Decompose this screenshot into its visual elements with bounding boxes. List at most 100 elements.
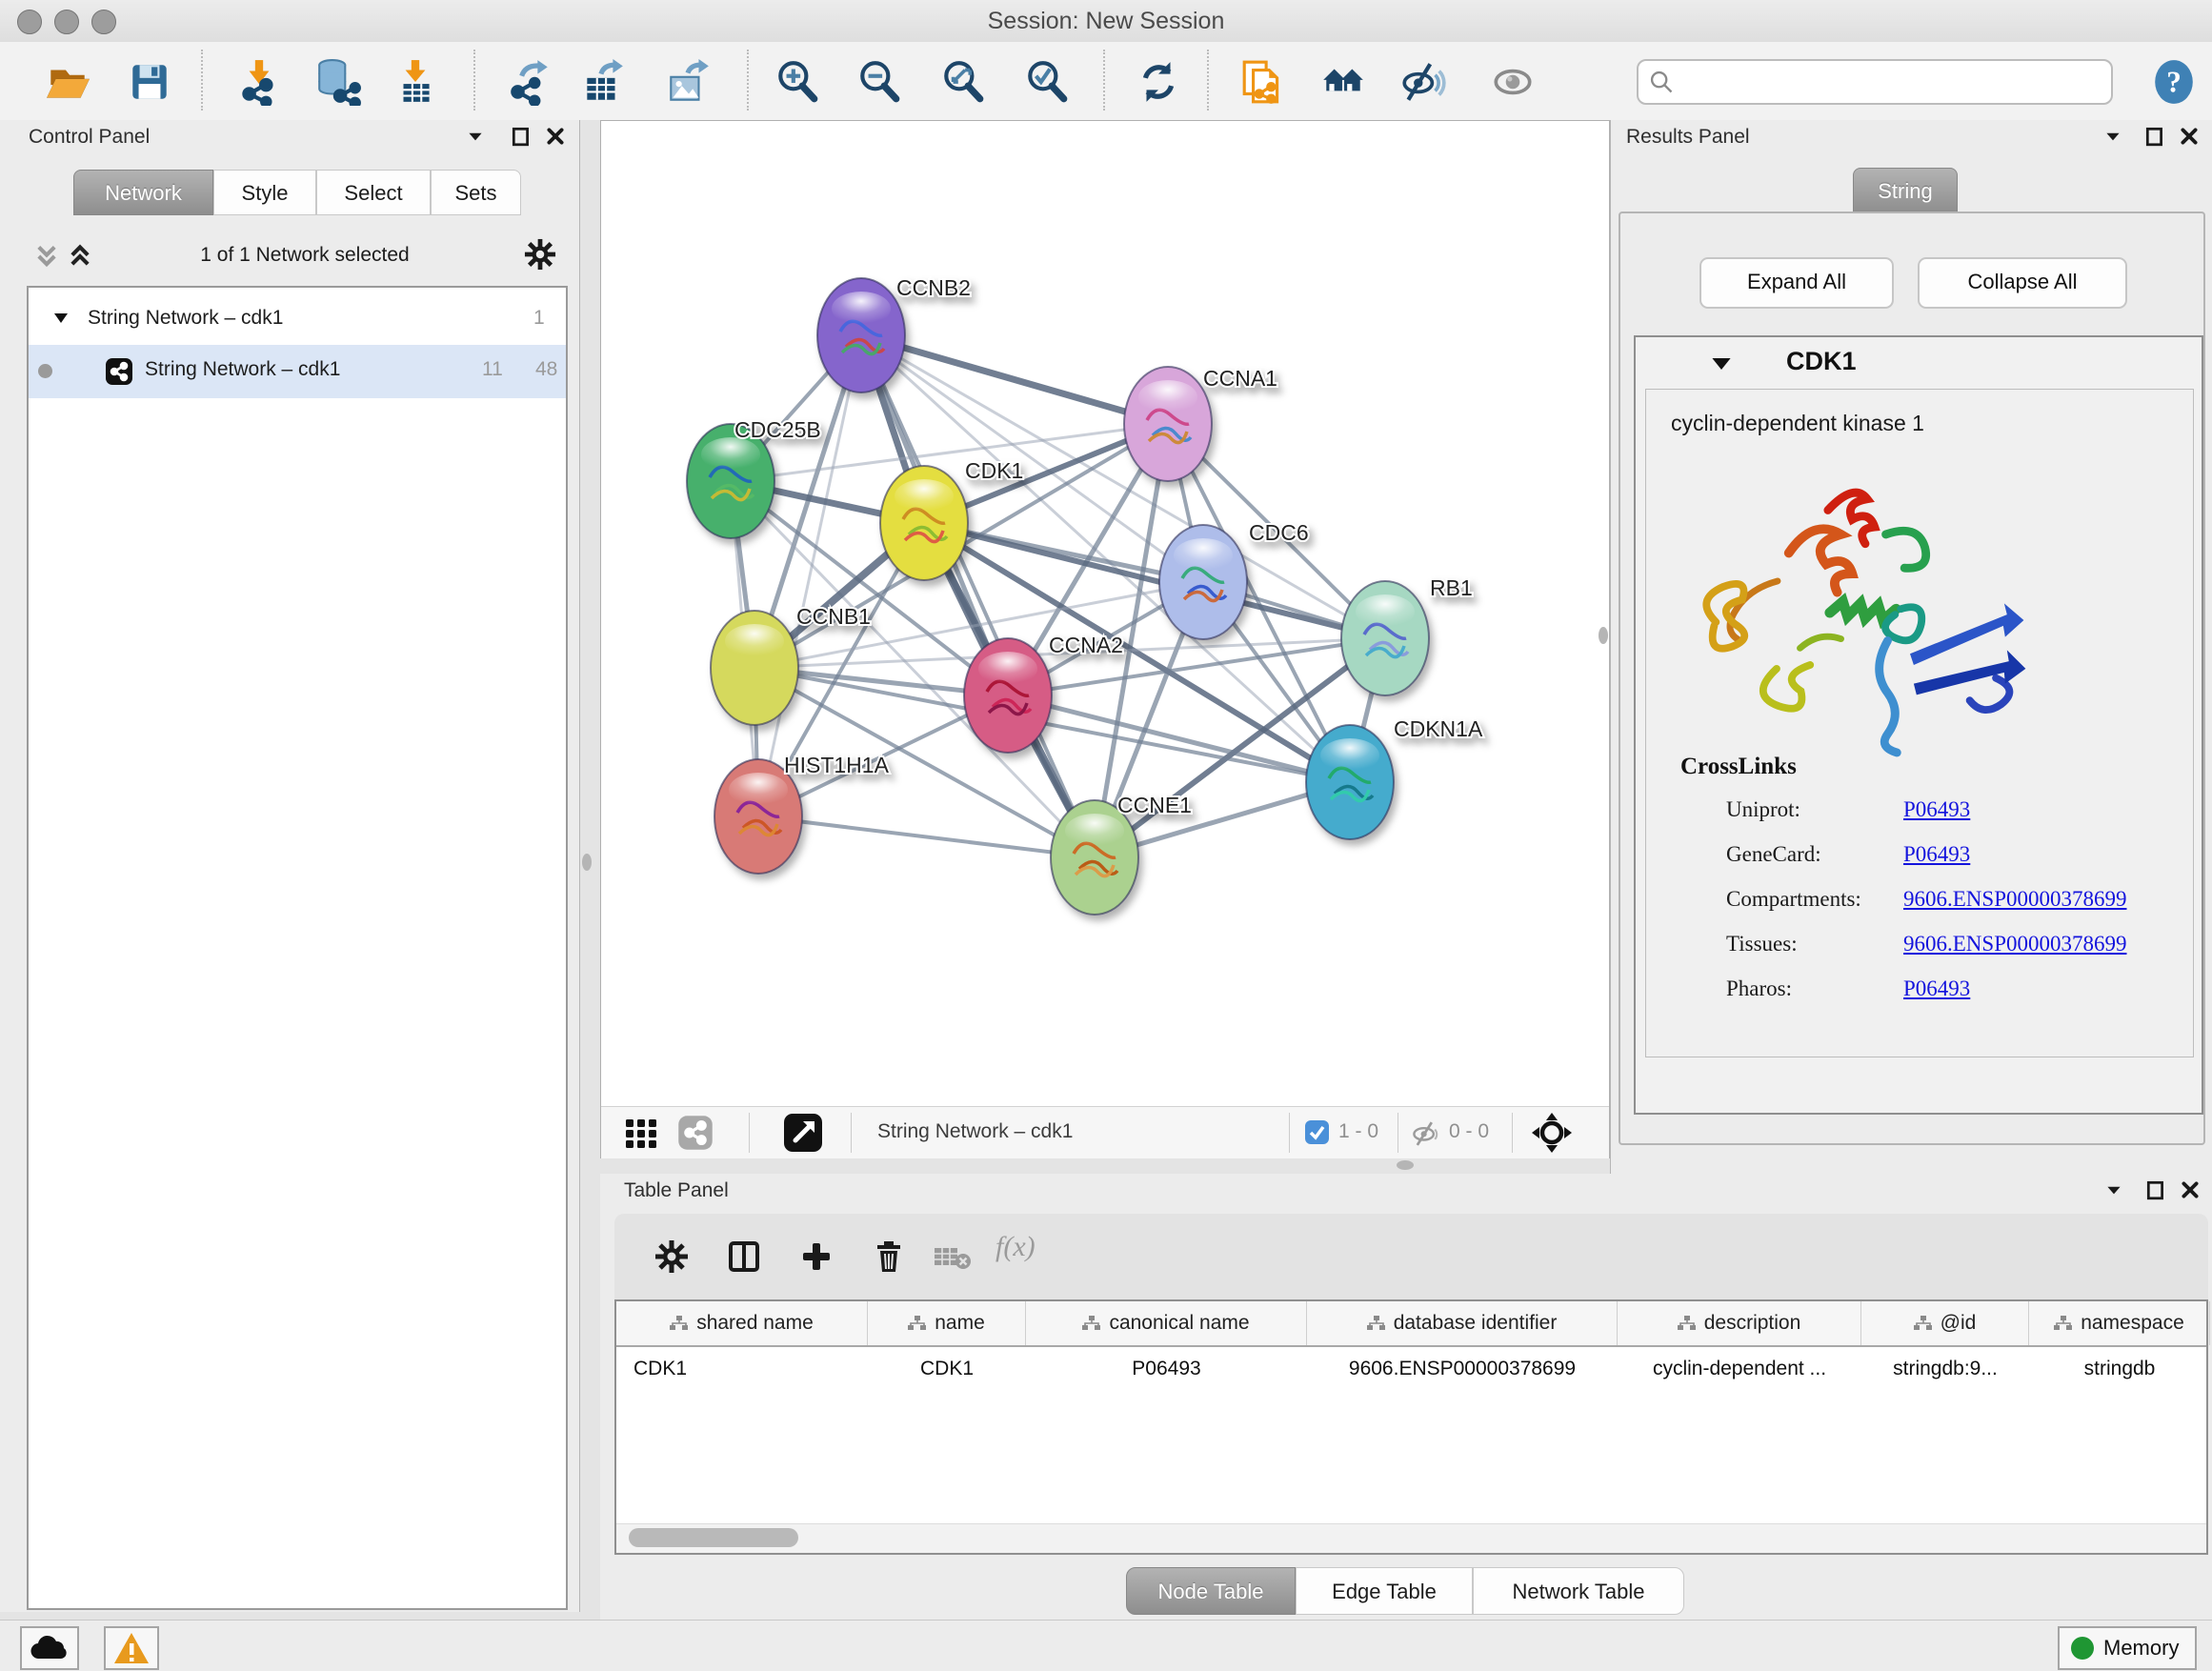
column-header-database-identifier[interactable]: database identifier	[1307, 1301, 1618, 1345]
collapse-all-button[interactable]: Collapse All	[1918, 257, 2127, 309]
create-column-plus-icon[interactable]	[799, 1239, 834, 1278]
zoom-fit-button[interactable]	[939, 58, 987, 106]
column-header-label: description	[1704, 1312, 1801, 1335]
tab-string[interactable]: String	[1853, 168, 1958, 213]
right-splitter-handle[interactable]	[1599, 627, 1608, 644]
warnings-button[interactable]	[104, 1626, 159, 1670]
network-node-CDK1[interactable]: CDK1	[880, 458, 1023, 580]
network-options-gear-icon[interactable]	[524, 238, 556, 275]
collapse-all-networks-icon[interactable]	[33, 242, 60, 275]
network-node-CCNE1[interactable]: CCNE1	[1051, 793, 1192, 915]
expand-all-button[interactable]: Expand All	[1699, 257, 1894, 309]
table-cell[interactable]: cyclin-dependent ...	[1618, 1347, 1861, 1391]
open-session-button[interactable]	[44, 58, 91, 106]
import-network-from-file-button[interactable]	[235, 58, 283, 106]
table-cell[interactable]: CDK1	[868, 1347, 1026, 1391]
memory-label: Memory	[2103, 1636, 2179, 1661]
section-expanded-icon[interactable]	[1710, 352, 1733, 380]
tab-edge-table[interactable]: Edge Table	[1296, 1567, 1473, 1615]
hide-view-button[interactable]	[1399, 58, 1447, 106]
collapse-panel-icon[interactable]	[2103, 1179, 2124, 1205]
column-header-canonical-name[interactable]: canonical name	[1026, 1301, 1307, 1345]
table-cell[interactable]: P06493	[1026, 1347, 1307, 1391]
float-panel-icon[interactable]	[511, 126, 532, 151]
tab-select[interactable]: Select	[316, 170, 431, 215]
network-node-HIST1H1A[interactable]: HIST1H1A	[714, 753, 890, 874]
network-node-RB1[interactable]: RB1	[1341, 575, 1473, 695]
crosslink-uniprot-link[interactable]: P06493	[1903, 797, 1970, 822]
network-tree: String Network – cdk1 1 String Network –…	[27, 286, 568, 1610]
column-header-description[interactable]: description	[1618, 1301, 1861, 1345]
tab-network[interactable]: Network	[73, 170, 213, 215]
network-node-CDKN1A[interactable]: CDKN1A	[1306, 716, 1483, 839]
search-input[interactable]	[1684, 63, 2098, 99]
network-collection-row[interactable]: String Network – cdk1 1	[29, 295, 566, 349]
column-header-shared-name[interactable]: shared name	[616, 1301, 868, 1345]
table-options-gear-icon[interactable]	[654, 1239, 689, 1278]
column-header-label: name	[935, 1312, 985, 1335]
tab-node-table[interactable]: Node Table	[1126, 1567, 1296, 1615]
edge-count: 48	[535, 358, 557, 381]
cloud-status-button[interactable]	[20, 1626, 79, 1670]
duplicate-network-view-button[interactable]	[1239, 58, 1287, 106]
zoom-in-button[interactable]	[774, 58, 821, 106]
collapse-panel-icon[interactable]	[2102, 126, 2123, 151]
collection-expanded-icon[interactable]	[51, 309, 70, 333]
table-cell[interactable]: 9606.ENSP00000378699	[1307, 1347, 1618, 1391]
column-header-name[interactable]: name	[868, 1301, 1026, 1345]
network-row-selected[interactable]: String Network – cdk1 11 48	[29, 345, 566, 398]
string-view-icon[interactable]	[677, 1115, 714, 1156]
crosslink-label: Tissues:	[1726, 932, 1798, 956]
tab-style[interactable]: Style	[213, 170, 316, 215]
zoom-selected-button[interactable]	[1023, 58, 1071, 106]
fit-selected-crosshair-icon[interactable]	[1531, 1112, 1573, 1158]
network-node-CCNB2[interactable]: CCNB2	[817, 275, 971, 393]
memory-button[interactable]: Memory	[2058, 1626, 2197, 1670]
import-network-from-database-button[interactable]	[314, 58, 362, 106]
float-panel-icon[interactable]	[2144, 126, 2165, 151]
column-header-label: canonical name	[1109, 1312, 1249, 1335]
horizontal-scrollbar[interactable]	[616, 1523, 2206, 1553]
network-node-CCNA1[interactable]: CCNA1	[1124, 366, 1277, 481]
collapse-panel-icon[interactable]	[465, 126, 486, 151]
zoom-out-button[interactable]	[855, 58, 903, 106]
crosslink-genecard-link[interactable]: P06493	[1903, 842, 1970, 867]
table-row[interactable]: CDK1CDK1P064939606.ENSP00000378699cyclin…	[616, 1347, 2206, 1391]
close-panel-icon[interactable]	[2179, 126, 2200, 151]
crosslink-tissues-link[interactable]: 9606.ENSP00000378699	[1903, 932, 2127, 956]
import-table-from-file-button[interactable]	[392, 58, 439, 106]
column-header-namespace[interactable]: namespace	[2029, 1301, 2210, 1345]
table-cell[interactable]: CDK1	[616, 1347, 868, 1391]
tab-network-table[interactable]: Network Table	[1473, 1567, 1684, 1615]
grid-view-icon[interactable]	[623, 1115, 659, 1156]
birds-eye-view-icon[interactable]	[782, 1112, 824, 1158]
show-columns-icon[interactable]	[727, 1239, 761, 1278]
close-panel-icon[interactable]	[2180, 1179, 2201, 1205]
node-count: 11	[482, 358, 503, 381]
close-panel-icon[interactable]	[545, 126, 566, 151]
export-table-button[interactable]	[579, 58, 627, 106]
save-session-button[interactable]	[126, 58, 173, 106]
table-cell[interactable]: stringdb	[2029, 1347, 2210, 1391]
export-network-button[interactable]	[506, 58, 553, 106]
left-splitter-handle[interactable]	[582, 854, 592, 871]
table-header-row: shared name name canonical name database id…	[616, 1301, 2206, 1347]
tab-sets[interactable]: Sets	[431, 170, 521, 215]
svg-text:?: ?	[2166, 65, 2182, 98]
export-image-button[interactable]	[664, 58, 712, 106]
crosslink-pharos-link[interactable]: P06493	[1903, 976, 1970, 1001]
delete-column-trash-icon[interactable]	[872, 1239, 906, 1278]
network-canvas[interactable]: CCNB2CCNA1CDC25BCDK1CDC6RB1CCNB1CCNA2CDK…	[601, 121, 1609, 1106]
scrollbar-thumb[interactable]	[629, 1528, 798, 1547]
show-view-button[interactable]	[1489, 58, 1537, 106]
selected-checkbox-icon[interactable]	[1304, 1119, 1330, 1150]
expand-all-networks-icon[interactable]	[67, 242, 93, 275]
crosslink-compartments-link[interactable]: 9606.ENSP00000378699	[1903, 887, 2127, 912]
help-button[interactable]: ?	[2150, 58, 2198, 106]
horizontal-splitter-handle[interactable]	[1397, 1160, 1414, 1170]
table-cell[interactable]: stringdb:9...	[1861, 1347, 2029, 1391]
refresh-view-button[interactable]	[1135, 58, 1182, 106]
float-panel-icon[interactable]	[2145, 1179, 2166, 1205]
show-all-views-button[interactable]	[1319, 58, 1367, 106]
column-header--id[interactable]: @id	[1861, 1301, 2029, 1345]
